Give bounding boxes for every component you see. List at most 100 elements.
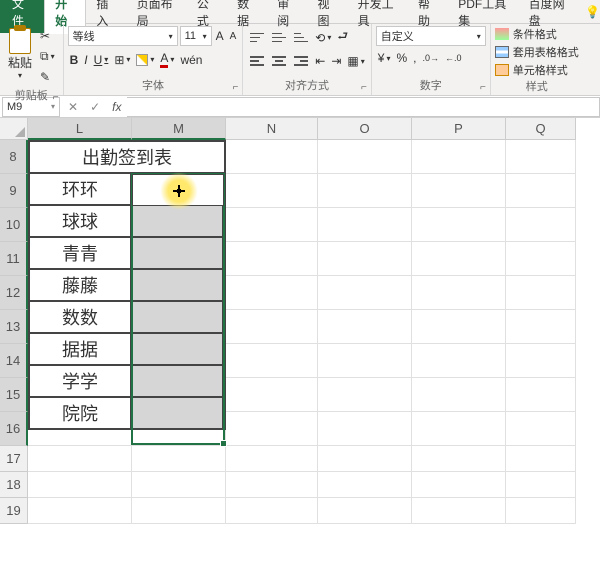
font-launcher[interactable]: ⌐ (232, 82, 238, 93)
italic-button[interactable]: I (82, 52, 89, 68)
format-painter-button[interactable] (38, 69, 57, 85)
checkin-cell[interactable] (131, 397, 223, 429)
cell[interactable] (412, 472, 506, 498)
checkin-cell[interactable] (131, 365, 223, 397)
cell[interactable] (226, 276, 318, 310)
increase-decimal-button[interactable] (421, 50, 442, 66)
cell[interactable] (132, 498, 226, 524)
column-header-P[interactable]: P (412, 118, 506, 140)
column-header-O[interactable]: O (318, 118, 412, 140)
cell[interactable] (226, 498, 318, 524)
merge-center-button[interactable] (345, 53, 366, 69)
column-headers[interactable]: LMNOPQ (28, 118, 600, 140)
font-size-combo[interactable]: 11▾ (180, 26, 212, 46)
column-header-L[interactable]: L (28, 118, 132, 140)
row-header-18[interactable]: 18 (0, 472, 28, 498)
checkin-cell[interactable] (131, 333, 223, 365)
cell[interactable] (226, 446, 318, 472)
row-header-11[interactable]: 11 (0, 242, 28, 276)
clipboard-launcher[interactable]: ⌐ (53, 92, 59, 103)
increase-indent-button[interactable]: ⇥ (329, 53, 343, 69)
formula-bar[interactable] (127, 97, 600, 117)
name-cell[interactable]: 院院 (29, 397, 131, 429)
column-header-M[interactable]: M (132, 118, 226, 140)
cell[interactable] (506, 140, 576, 174)
name-cell[interactable]: 青青 (29, 237, 131, 269)
comma-style-button[interactable] (411, 50, 418, 66)
cell[interactable] (506, 378, 576, 412)
cell[interactable] (132, 472, 226, 498)
cell[interactable] (226, 310, 318, 344)
cell[interactable] (318, 344, 412, 378)
cell[interactable] (318, 446, 412, 472)
cell[interactable] (226, 344, 318, 378)
paste-button[interactable]: 粘贴 ▾ (4, 26, 36, 82)
cell[interactable] (412, 174, 506, 208)
cell[interactable] (28, 498, 132, 524)
cell[interactable] (318, 208, 412, 242)
checkin-cell[interactable] (131, 237, 223, 269)
row-header-9[interactable]: 9 (0, 174, 28, 208)
cell[interactable] (318, 498, 412, 524)
cell[interactable] (132, 446, 226, 472)
cell[interactable] (226, 378, 318, 412)
bold-button[interactable]: B (68, 52, 81, 68)
cancel-button[interactable]: ✕ (62, 100, 84, 114)
align-left-button[interactable] (247, 53, 267, 69)
font-color-button[interactable]: A (158, 50, 176, 69)
cell[interactable] (226, 472, 318, 498)
underline-button[interactable]: U (92, 52, 111, 68)
percent-button[interactable] (394, 50, 409, 66)
cell[interactable] (226, 242, 318, 276)
format-as-table-button[interactable]: 套用表格格式 (495, 44, 579, 60)
row-header-10[interactable]: 10 (0, 208, 28, 242)
align-top-button[interactable] (247, 26, 267, 49)
cell[interactable] (412, 446, 506, 472)
cell[interactable] (506, 344, 576, 378)
tell-me-icon[interactable]: 💡 (585, 5, 600, 19)
decrease-indent-button[interactable]: ⇤ (313, 53, 327, 69)
align-right-button[interactable] (291, 53, 311, 69)
copy-button[interactable] (38, 48, 57, 65)
align-bottom-button[interactable] (291, 26, 311, 49)
cell[interactable] (318, 140, 412, 174)
cell[interactable] (412, 208, 506, 242)
align-center-button[interactable] (269, 53, 289, 69)
fill-color-button[interactable] (134, 53, 156, 67)
phonetic-button[interactable]: wén (178, 52, 204, 68)
select-all-button[interactable] (0, 118, 28, 140)
cell[interactable] (28, 446, 132, 472)
cell[interactable] (318, 412, 412, 446)
cell[interactable] (226, 174, 318, 208)
row-header-8[interactable]: 8 (0, 140, 28, 174)
decrease-decimal-button[interactable] (443, 50, 464, 66)
column-header-Q[interactable]: Q (506, 118, 576, 140)
cell-styles-button[interactable]: 单元格样式 (495, 62, 579, 78)
name-cell[interactable]: 环环 (29, 173, 131, 205)
cell[interactable] (318, 174, 412, 208)
cell[interactable] (318, 242, 412, 276)
cell[interactable] (318, 310, 412, 344)
font-name-combo[interactable]: 等线▾ (68, 26, 178, 46)
decrease-font-button[interactable]: A (228, 30, 239, 43)
worksheet[interactable]: LMNOPQ 8910111213141516171819 出勤签到表环环球球青… (0, 118, 600, 574)
cell[interactable] (506, 208, 576, 242)
cell[interactable] (28, 472, 132, 498)
name-cell[interactable]: 球球 (29, 205, 131, 237)
increase-font-button[interactable]: A (214, 28, 226, 44)
row-header-15[interactable]: 15 (0, 378, 28, 412)
cell[interactable] (318, 276, 412, 310)
cell[interactable] (318, 378, 412, 412)
enter-button[interactable]: ✓ (84, 100, 106, 114)
cell[interactable] (226, 140, 318, 174)
borders-button[interactable] (112, 52, 132, 68)
row-header-16[interactable]: 16 (0, 412, 28, 446)
cell[interactable] (506, 498, 576, 524)
cell[interactable] (506, 472, 576, 498)
cell[interactable] (226, 208, 318, 242)
cell[interactable] (412, 140, 506, 174)
cell[interactable] (506, 174, 576, 208)
wrap-text-button[interactable] (335, 26, 350, 49)
cell[interactable] (506, 446, 576, 472)
alignment-launcher[interactable]: ⌐ (361, 82, 367, 93)
